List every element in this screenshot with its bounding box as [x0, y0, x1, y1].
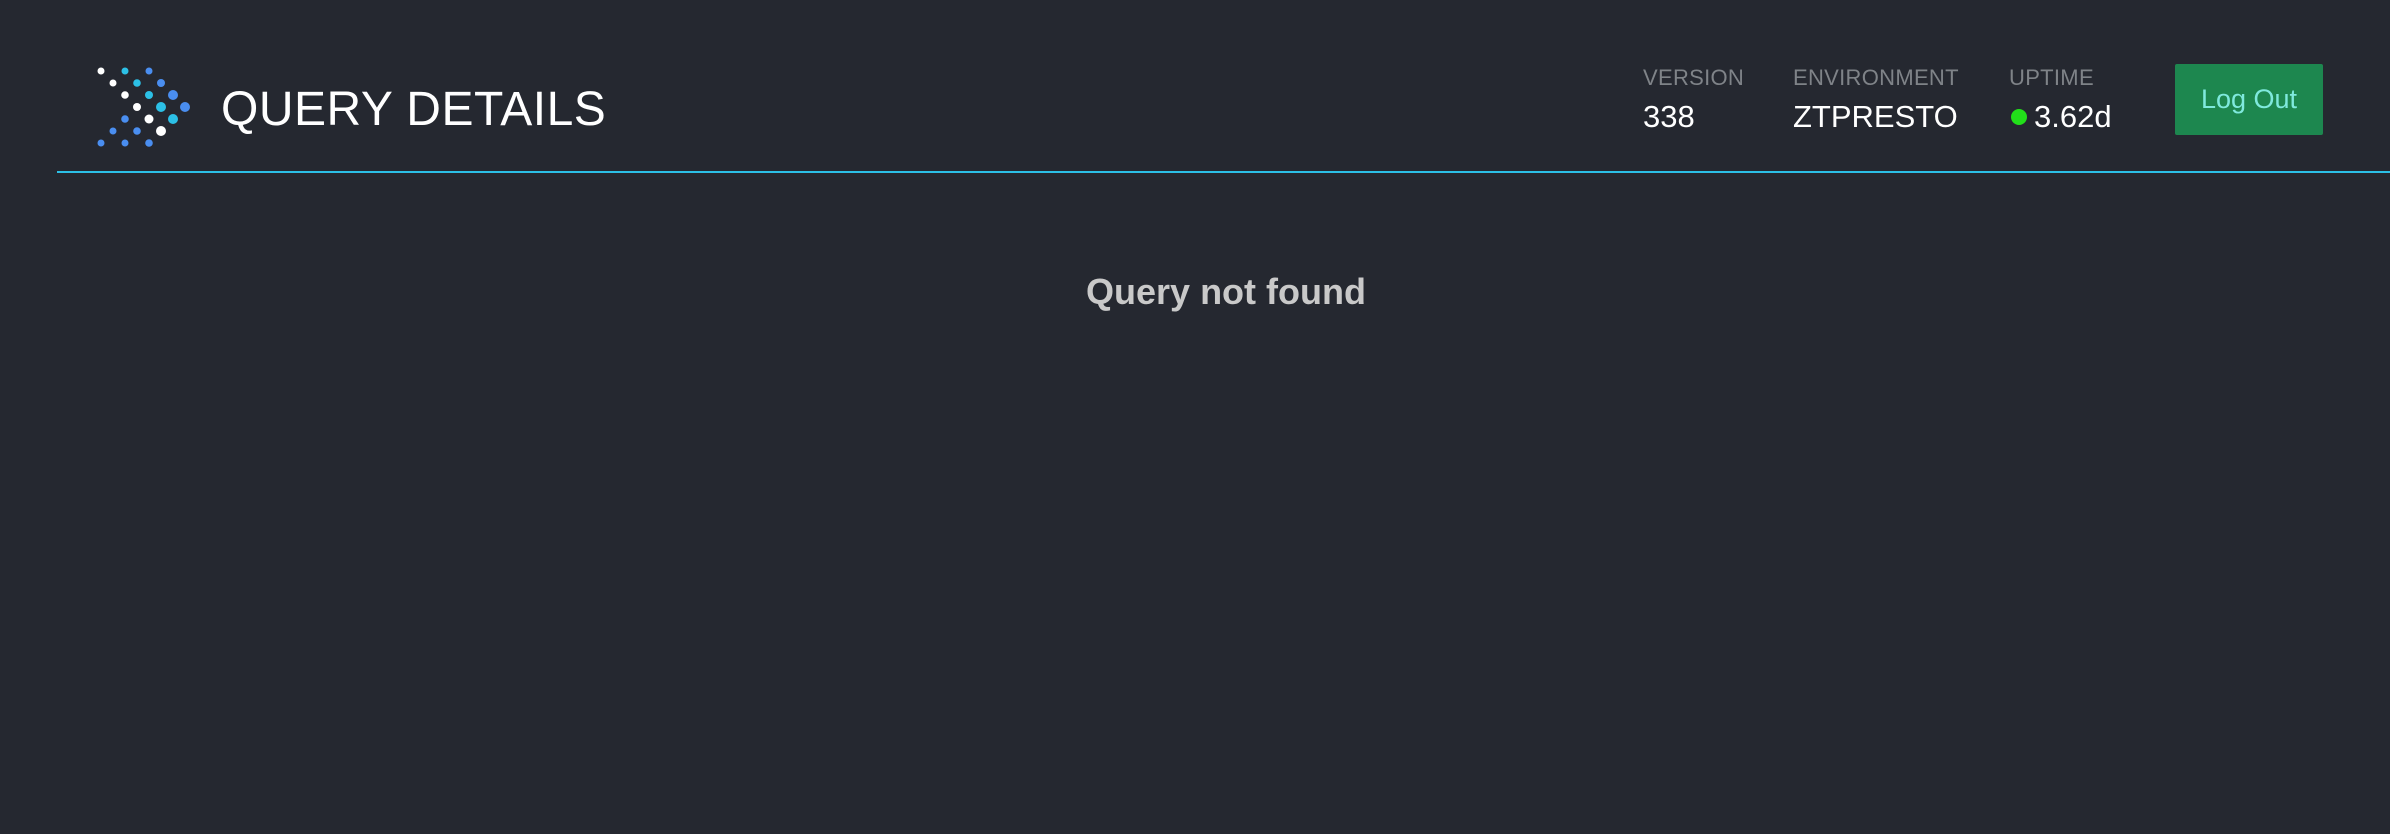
- header-divider: [57, 171, 2390, 173]
- uptime-label: UPTIME: [2009, 65, 2094, 90]
- query-not-found-message: Query not found: [1086, 271, 1366, 312]
- uptime-stat: UPTIME 3.62d: [2009, 64, 2112, 136]
- status-dot-icon: [2011, 109, 2027, 125]
- version-stat: VERSION 338: [1643, 64, 1744, 136]
- header: QUERY DETAILS VERSION 338 ENVIRONMENT ZT…: [0, 0, 2390, 174]
- uptime-value: 3.62d: [2034, 99, 2112, 134]
- version-label: VERSION: [1643, 65, 1745, 90]
- uptime-value-row: 3.62d: [2009, 98, 2112, 136]
- logout-button[interactable]: Log Out: [2175, 64, 2323, 135]
- page-title: QUERY DETAILS: [221, 83, 607, 136]
- presto-logo-icon: [97, 67, 190, 147]
- environment-label: ENVIRONMENT: [1793, 65, 1959, 90]
- environment-stat: ENVIRONMENT ZTPRESTO: [1793, 64, 1959, 136]
- environment-value: ZTPRESTO: [1793, 99, 1958, 134]
- version-value: 338: [1643, 99, 1695, 134]
